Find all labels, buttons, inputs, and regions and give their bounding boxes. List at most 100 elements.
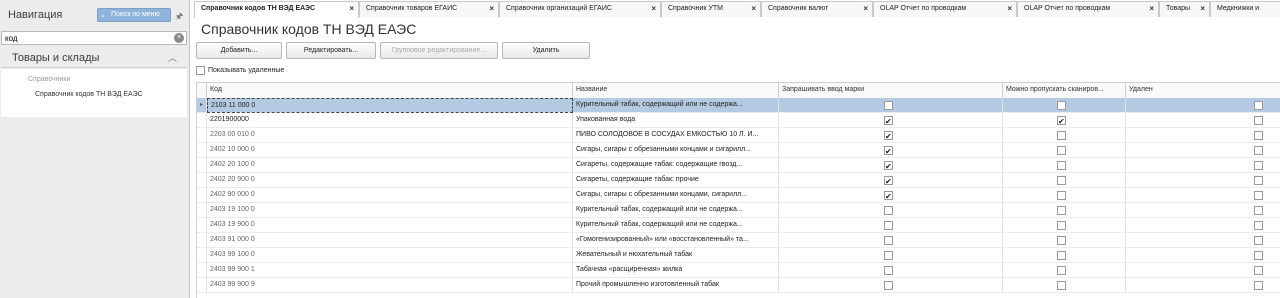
cell-code[interactable]: 2403 91 000 0 [207,233,573,248]
add-button[interactable]: Добавить... [196,42,282,59]
cell-name[interactable]: «Гомогенизированный» или «восстановленны… [573,233,779,248]
tab-1[interactable]: Справочник товаров ЕГАИС × [359,1,499,17]
close-tab-icon[interactable]: × [651,2,656,16]
cell-code[interactable]: 2402 10 000 0 [207,143,573,158]
sidebar-search-input[interactable] [2,32,172,44]
cell-code[interactable]: 2402 90 000 0 [207,188,573,203]
cell-name[interactable]: Курительный табак, содержащий или не сод… [573,203,779,218]
deleted-checkbox[interactable] [1254,191,1263,200]
cell-name[interactable]: Сигареты, содержащие табак: прочие [573,173,779,188]
menu-search-button[interactable]: ⌕ Поиск по меню [97,8,171,22]
deleted-checkbox[interactable] [1254,281,1263,290]
require-mark-checkbox[interactable] [884,266,893,275]
require-mark-checkbox[interactable] [884,130,893,143]
skip-scan-checkbox[interactable] [1057,115,1066,128]
cell-name[interactable]: Сигареты, содержащие табак: содержащие г… [573,158,779,173]
close-tab-icon[interactable]: × [489,2,494,16]
require-mark-checkbox[interactable] [884,251,893,260]
deleted-checkbox[interactable] [1254,206,1263,215]
require-mark-checkbox[interactable] [884,190,893,203]
delete-button[interactable]: Удалить [502,42,590,59]
tab-7[interactable]: Товары × [1159,1,1210,17]
require-mark-checkbox[interactable] [884,281,893,290]
table-row[interactable]: 2402 90 000 0 Сигары, сигары с обрезанным… [197,188,1280,203]
close-tab-icon[interactable]: × [349,2,354,16]
edit-button[interactable]: Редактировать... [286,42,376,59]
cell-name[interactable]: Сигары, сигары с обрезанными концами и с… [573,143,779,158]
cell-name[interactable]: Сигары, сигары с обрезанными концами, си… [573,188,779,203]
pin-icon[interactable]: 🖈 [175,9,183,25]
cell-name[interactable]: Жевательный и нюхательный табак [573,248,779,263]
column-header-deleted[interactable]: Удален [1126,83,1280,98]
require-mark-checkbox[interactable] [884,101,893,110]
column-header-code[interactable]: Код [207,83,573,98]
table-row[interactable]: ▸ 2103 11 000 0 Курительный табак, содержа… [197,98,1280,113]
show-deleted-checkbox[interactable] [196,66,205,75]
deleted-checkbox[interactable] [1254,236,1263,245]
table-row[interactable]: 2402 10 000 0 Сигары, сигары с обрезанным… [197,143,1280,158]
cell-code[interactable]: 2402 20 900 0 [207,173,573,188]
tab-5[interactable]: OLAP Отчет по проводкам × [873,1,1017,17]
tab-6[interactable]: OLAP Отчет по проводкам × [1017,1,1159,17]
clear-search-icon[interactable]: × [174,33,184,43]
deleted-checkbox[interactable] [1254,161,1263,170]
cell-code[interactable]: 2203 00 010 0 [207,128,573,143]
deleted-checkbox[interactable] [1254,266,1263,275]
tab-8[interactable]: Медкнижки и [1210,1,1280,17]
cell-code[interactable]: 2403 99 100 0 [207,248,573,263]
skip-scan-checkbox[interactable] [1057,251,1066,260]
skip-scan-checkbox[interactable] [1057,176,1066,185]
skip-scan-checkbox[interactable] [1057,131,1066,140]
deleted-checkbox[interactable] [1254,131,1263,140]
group-edit-button[interactable]: Групповое редактирование... [380,42,498,59]
deleted-checkbox[interactable] [1254,101,1263,110]
tab-0[interactable]: Справочник кодов ТН ВЭД ЕАЭС × [194,1,359,18]
cell-code[interactable]: 2403 19 100 0 [207,203,573,218]
skip-scan-checkbox[interactable] [1057,191,1066,200]
cell-name[interactable]: Курительный табак, содержащий или не сод… [573,98,779,113]
skip-scan-checkbox[interactable] [1057,281,1066,290]
close-tab-icon[interactable]: × [1200,2,1205,16]
column-header-name[interactable]: Название [573,83,779,98]
deleted-checkbox[interactable] [1254,176,1263,185]
require-mark-checkbox[interactable] [884,115,893,128]
skip-scan-checkbox[interactable] [1057,236,1066,245]
require-mark-checkbox[interactable] [884,221,893,230]
cell-code[interactable]: 2201900000 [207,113,573,128]
cell-name[interactable]: Табачная «расщиренная» жилка [573,263,779,278]
require-mark-checkbox[interactable] [884,145,893,158]
deleted-checkbox[interactable] [1254,251,1263,260]
skip-scan-checkbox[interactable] [1057,101,1066,110]
skip-scan-checkbox[interactable] [1057,206,1066,215]
require-mark-checkbox[interactable] [884,160,893,173]
tab-3[interactable]: Справочник УТМ × [661,1,761,17]
cell-name[interactable]: Прочий промышленно изготовленный табак [573,278,779,293]
section-header-goods[interactable]: Товары и склады ︿ [1,46,187,68]
deleted-checkbox[interactable] [1254,221,1263,230]
table-row[interactable]: 2402 20 100 0 Сигареты, содержащие табак:… [197,158,1280,173]
skip-scan-checkbox[interactable] [1057,266,1066,275]
chevron-up-icon[interactable]: ︿ [168,51,177,64]
table-row[interactable]: 2403 19 900 0 Курительный табак, содержащ… [197,218,1280,233]
tab-4[interactable]: Справочник валют × [761,1,873,17]
table-row[interactable]: 2403 99 900 9 Прочий промышленно изготовл… [197,278,1280,293]
require-mark-checkbox[interactable] [884,206,893,215]
tab-2[interactable]: Справочник организаций ЕГАИС × [499,1,661,17]
cell-code[interactable]: 2402 20 100 0 [207,158,573,173]
sidebar-item-tnved-codes[interactable]: Справочник кодов ТН ВЭД ЕАЭС [35,91,143,98]
require-mark-checkbox[interactable] [884,175,893,188]
column-header-require-mark[interactable]: Запрашивать ввод марки [779,83,1003,98]
skip-scan-checkbox[interactable] [1057,221,1066,230]
close-tab-icon[interactable]: × [1149,2,1154,16]
skip-scan-checkbox[interactable] [1057,146,1066,155]
cell-code[interactable]: 2403 99 900 1 [207,263,573,278]
cell-name[interactable]: Курительный табак, содержащий или не сод… [573,218,779,233]
cell-code[interactable]: 2403 19 900 0 [207,218,573,233]
cell-code[interactable]: 2403 99 900 9 [207,278,573,293]
table-row[interactable]: 2403 99 100 0 Жевательный и нюхательный т… [197,248,1280,263]
require-mark-checkbox[interactable] [884,236,893,245]
cell-code[interactable]: 2103 11 000 0 [207,98,573,113]
table-row[interactable]: 2203 00 010 0 ПИВО СОЛОДОВОЕ В СОСУДАХ ЕМ… [197,128,1280,143]
table-row[interactable]: 2403 19 100 0 Курительный табак, содержащ… [197,203,1280,218]
skip-scan-checkbox[interactable] [1057,161,1066,170]
